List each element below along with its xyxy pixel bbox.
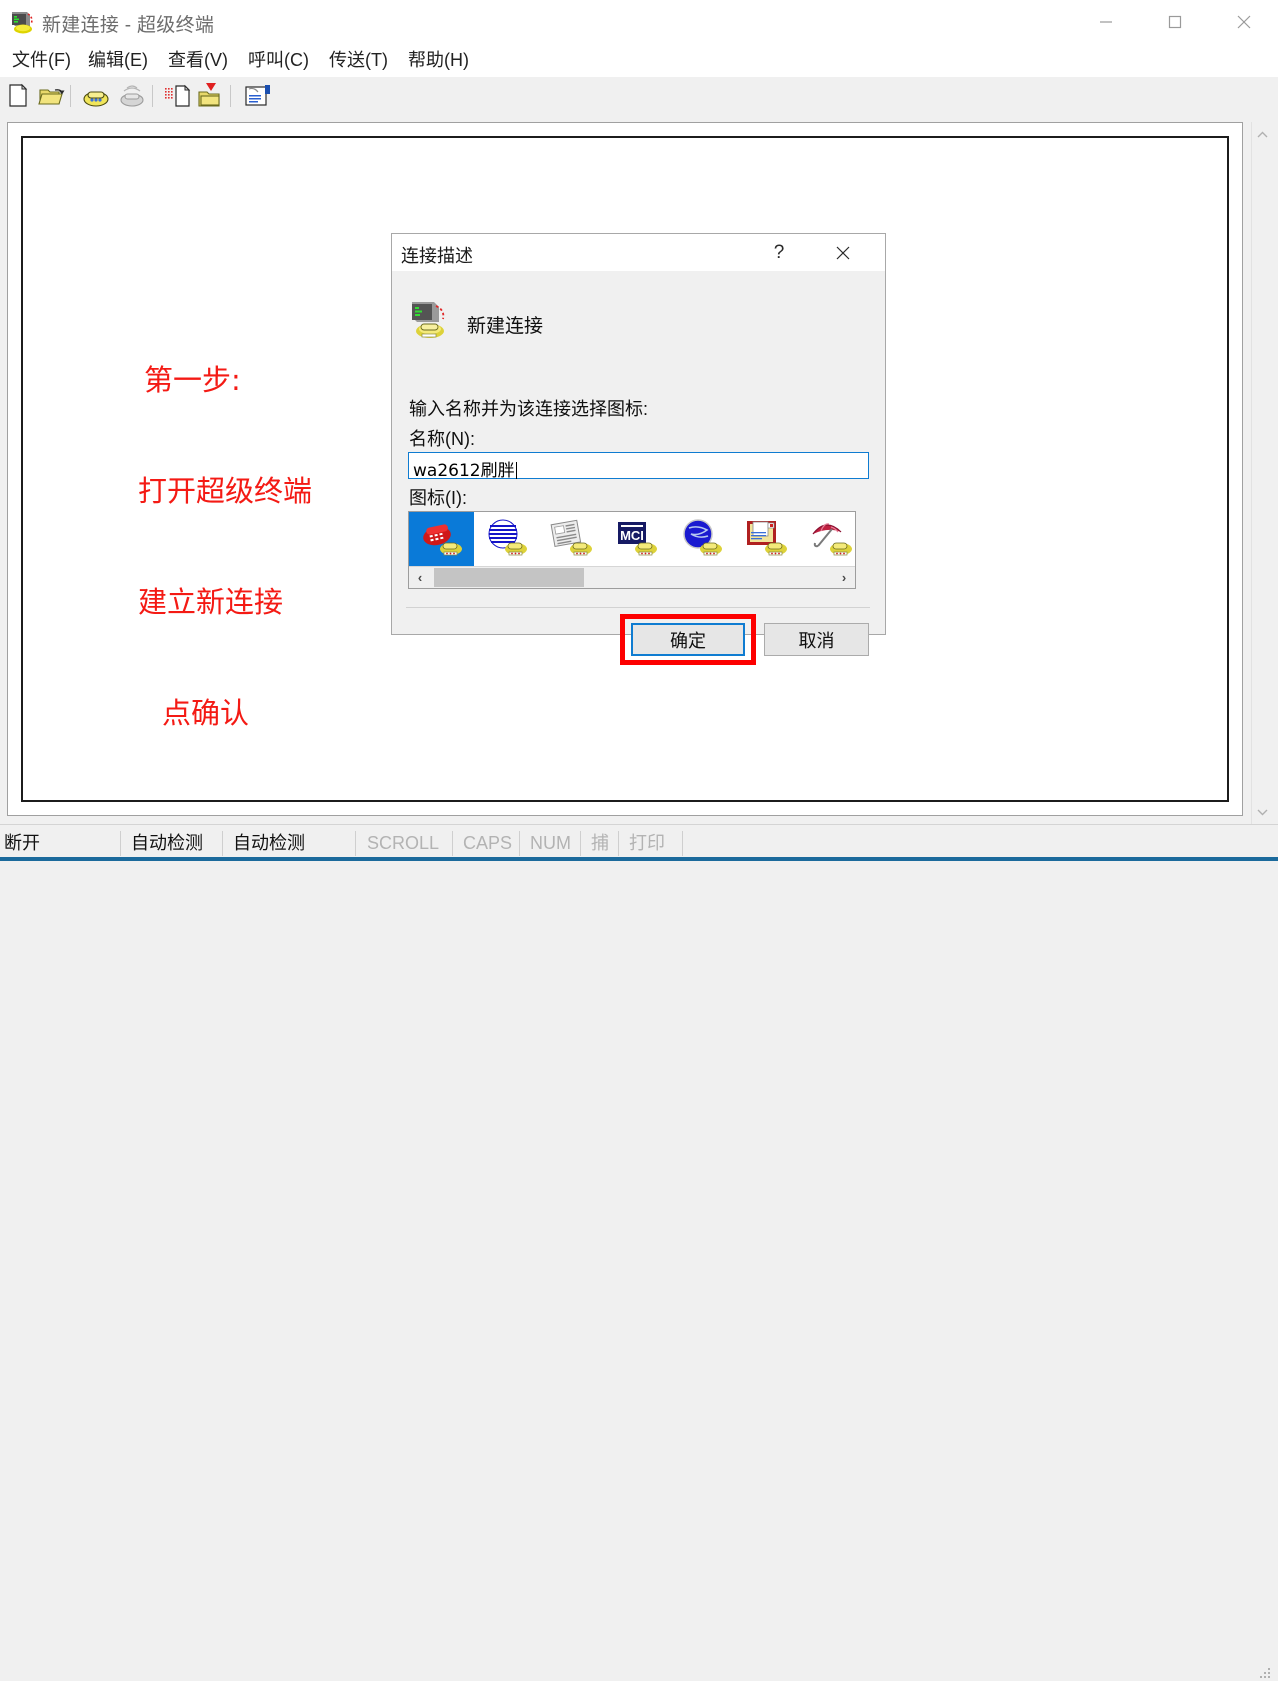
hyperterminal-icon xyxy=(8,8,36,36)
resize-grip[interactable] xyxy=(1259,1667,1273,1681)
scroll-left-icon[interactable]: ‹ xyxy=(410,567,430,588)
red-telephone-icon xyxy=(422,524,462,556)
dialog-close-button[interactable] xyxy=(821,234,865,271)
newspaper-icon xyxy=(550,519,592,556)
menu-item-edit[interactable]: 编辑(E) xyxy=(86,44,150,77)
send-file-icon xyxy=(165,84,191,107)
blue-globe-icon xyxy=(488,519,527,556)
call-phone-icon xyxy=(83,91,109,107)
status-separator xyxy=(120,831,121,856)
minimize-button[interactable] xyxy=(1071,0,1140,44)
status-caps: CAPS xyxy=(463,833,513,853)
menubar: 文件(F) 编辑(E) 查看(V) 呼叫(C) 传送(T) 帮助(H) xyxy=(0,44,1278,77)
ok-button[interactable]: 确定 xyxy=(631,623,745,656)
status-separator xyxy=(618,831,619,856)
icon-horizontal-scrollbar[interactable]: ‹ › xyxy=(409,566,855,588)
receive-file-icon xyxy=(198,83,220,107)
scrollbar-thumb[interactable] xyxy=(434,568,584,587)
dialog-title: 连接描述 xyxy=(401,246,473,266)
menu-item-view[interactable]: 查看(V) xyxy=(166,44,230,77)
close-icon xyxy=(1237,15,1250,29)
status-connection-state: 断开 xyxy=(4,833,40,853)
toolbar-separator xyxy=(230,85,231,107)
annotation-line-3: 建立新连接 xyxy=(138,585,284,619)
disconnect-button xyxy=(118,83,145,109)
status-separator xyxy=(682,831,683,856)
icon-option-mci-logo[interactable]: MCI xyxy=(604,512,669,566)
icon-option-newspaper[interactable] xyxy=(539,512,604,566)
maximize-icon xyxy=(1168,15,1181,29)
minimize-icon xyxy=(1099,21,1112,23)
status-num: NUM xyxy=(530,833,571,853)
status-separator xyxy=(452,831,453,856)
annotation-line-4: 点确认 xyxy=(162,696,250,730)
menu-item-transfer[interactable]: 传送(T) xyxy=(327,44,390,77)
toolbar-separator xyxy=(152,85,153,107)
dialog-instruction: 输入名称并为该连接选择图标: xyxy=(409,399,648,419)
new-connection-icon xyxy=(9,83,28,107)
dialog-divider xyxy=(406,607,870,608)
open-folder-button[interactable] xyxy=(37,83,65,109)
name-input-value: wa2612刷胖 xyxy=(413,461,517,481)
name-input[interactable]: wa2612刷胖 xyxy=(408,452,869,481)
window-title: 新建连接 - 超级终端 xyxy=(42,15,215,36)
icon-option-red-telephone[interactable] xyxy=(409,512,474,566)
window-bottom-accent xyxy=(0,857,1278,861)
status-capture: 捕 xyxy=(591,833,609,853)
status-separator xyxy=(355,831,356,856)
close-icon xyxy=(836,246,850,259)
svg-text:MCI: MCI xyxy=(620,528,644,543)
call-button[interactable] xyxy=(82,83,109,109)
icon-option-blue-sphere[interactable] xyxy=(669,512,734,566)
icon-strip: MCI xyxy=(409,512,855,566)
toolbar xyxy=(0,77,1278,116)
scroll-down-icon[interactable] xyxy=(1252,802,1272,822)
properties-icon xyxy=(245,85,270,106)
status-separator xyxy=(580,831,581,856)
close-button[interactable] xyxy=(1209,0,1278,44)
status-scroll: SCROLL xyxy=(367,833,440,853)
dialog-titlebar: 连接描述 ? xyxy=(392,234,885,271)
new-connection-button[interactable] xyxy=(5,83,32,109)
icon-field-label: 图标(I): xyxy=(409,488,467,508)
menu-item-file[interactable]: 文件(F) xyxy=(10,44,73,77)
documents-folder-icon xyxy=(746,521,787,556)
mci-logo-icon: MCI xyxy=(617,522,657,556)
terminal-vertical-scrollbar[interactable] xyxy=(1251,122,1272,824)
cancel-button[interactable]: 取消 xyxy=(764,623,869,656)
red-annotation-text: 第一步: 打开超级终端 建立新连接 点确认 xyxy=(138,288,312,769)
open-folder-icon xyxy=(38,89,65,105)
icon-option-red-umbrella[interactable] xyxy=(799,512,855,566)
text-caret xyxy=(515,462,517,479)
status-separator xyxy=(519,831,520,856)
window-titlebar: 新建连接 - 超级终端 xyxy=(0,0,1278,44)
send-file-button[interactable] xyxy=(163,83,191,109)
status-auto-detect-protocol: 自动检测 xyxy=(233,833,305,853)
name-field-label: 名称(N): xyxy=(409,429,475,449)
icon-option-blue-globe[interactable] xyxy=(474,512,539,566)
icon-option-documents-folder[interactable] xyxy=(734,512,799,566)
red-umbrella-icon xyxy=(812,523,852,556)
connection-description-dialog: 连接描述 ? 新建连接 输入名称并为该连接选择图标: 名称(N): wa2612… xyxy=(391,233,886,665)
menu-item-help[interactable]: 帮助(H) xyxy=(406,44,471,77)
properties-button[interactable] xyxy=(243,83,270,109)
dialog-header-label: 新建连接 xyxy=(467,316,544,337)
icon-listbox[interactable]: MCI ‹ › xyxy=(408,511,856,589)
dialog-body: 新建连接 输入名称并为该连接选择图标: 名称(N): wa2612刷胖 图标(I… xyxy=(392,271,885,665)
disconnect-phone-icon xyxy=(120,85,144,107)
maximize-button[interactable] xyxy=(1140,0,1209,44)
annotation-line-1: 第一步: xyxy=(144,363,241,397)
status-separator xyxy=(222,831,223,856)
dialog-help-button[interactable]: ? xyxy=(757,234,801,271)
status-auto-detect-speed: 自动检测 xyxy=(131,833,203,853)
annotation-line-2: 打开超级终端 xyxy=(138,474,313,508)
blue-sphere-icon xyxy=(682,519,722,556)
scroll-right-icon[interactable]: › xyxy=(834,567,854,588)
new-connection-computer-phone-icon xyxy=(408,298,456,342)
toolbar-separator xyxy=(70,85,71,107)
menu-item-call[interactable]: 呼叫(C) xyxy=(246,44,311,77)
scroll-up-icon[interactable] xyxy=(1252,124,1272,144)
receive-file-button[interactable] xyxy=(196,83,223,109)
status-print: 打印 xyxy=(629,833,665,853)
